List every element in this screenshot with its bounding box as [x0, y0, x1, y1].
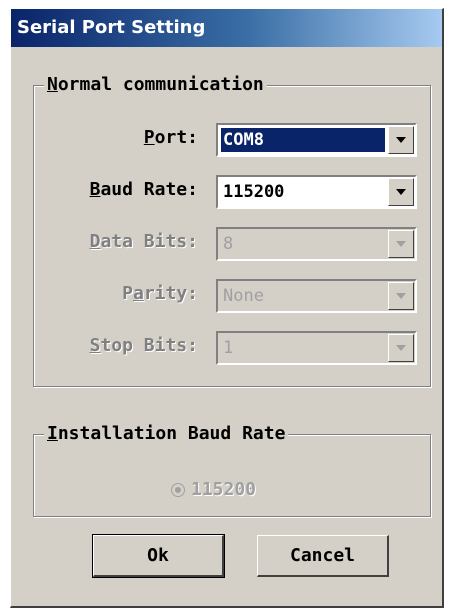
chevron-down-icon [396, 345, 406, 351]
port-label: Port: [143, 127, 198, 148]
stop-bits-label: Stop Bits: [89, 335, 198, 356]
data-bits-select-value: 8 [223, 234, 234, 254]
installation-baud-rate-group [33, 434, 431, 517]
radio-button-icon [171, 482, 185, 497]
parity-dropdown-button [388, 282, 414, 310]
data-bits-dropdown-button [388, 230, 414, 258]
chevron-down-icon [396, 241, 406, 247]
data-bits-select: 8 [216, 227, 417, 261]
window-title: Serial Port Setting [17, 17, 206, 38]
ok-button[interactable]: Ok [92, 534, 225, 578]
parity-label: Parity: [122, 283, 198, 304]
serial-port-dialog: Serial Port Setting Normal communication… [10, 8, 444, 608]
data-bits-label: Data Bits: [89, 231, 198, 252]
parity-select-value: None [223, 286, 264, 306]
chevron-down-icon [396, 293, 406, 299]
installation-baud-rate-legend: Installation Baud Rate [44, 423, 289, 445]
chevron-down-icon [396, 137, 406, 143]
port-select[interactable]: COM8 [216, 123, 417, 157]
installation-baud-rate-option: 115200 [171, 479, 256, 500]
stop-bits-dropdown-button [388, 334, 414, 362]
parity-select: None [216, 279, 417, 313]
port-dropdown-button[interactable] [388, 126, 414, 154]
title-bar[interactable]: Serial Port Setting [11, 9, 442, 47]
stop-bits-select: 1 [216, 331, 417, 365]
baud-rate-label: Baud Rate: [89, 179, 198, 200]
baud-rate-select[interactable]: 115200 [216, 175, 417, 209]
installation-baud-rate-value: 115200 [191, 479, 257, 500]
cancel-button[interactable]: Cancel [257, 535, 389, 577]
baud-rate-select-value: 115200 [223, 182, 285, 202]
stop-bits-select-value: 1 [223, 338, 234, 358]
normal-communication-legend: Normal communication [44, 74, 267, 96]
chevron-down-icon [396, 189, 406, 195]
port-select-value: COM8 [220, 127, 386, 153]
baud-rate-dropdown-button[interactable] [388, 178, 414, 206]
